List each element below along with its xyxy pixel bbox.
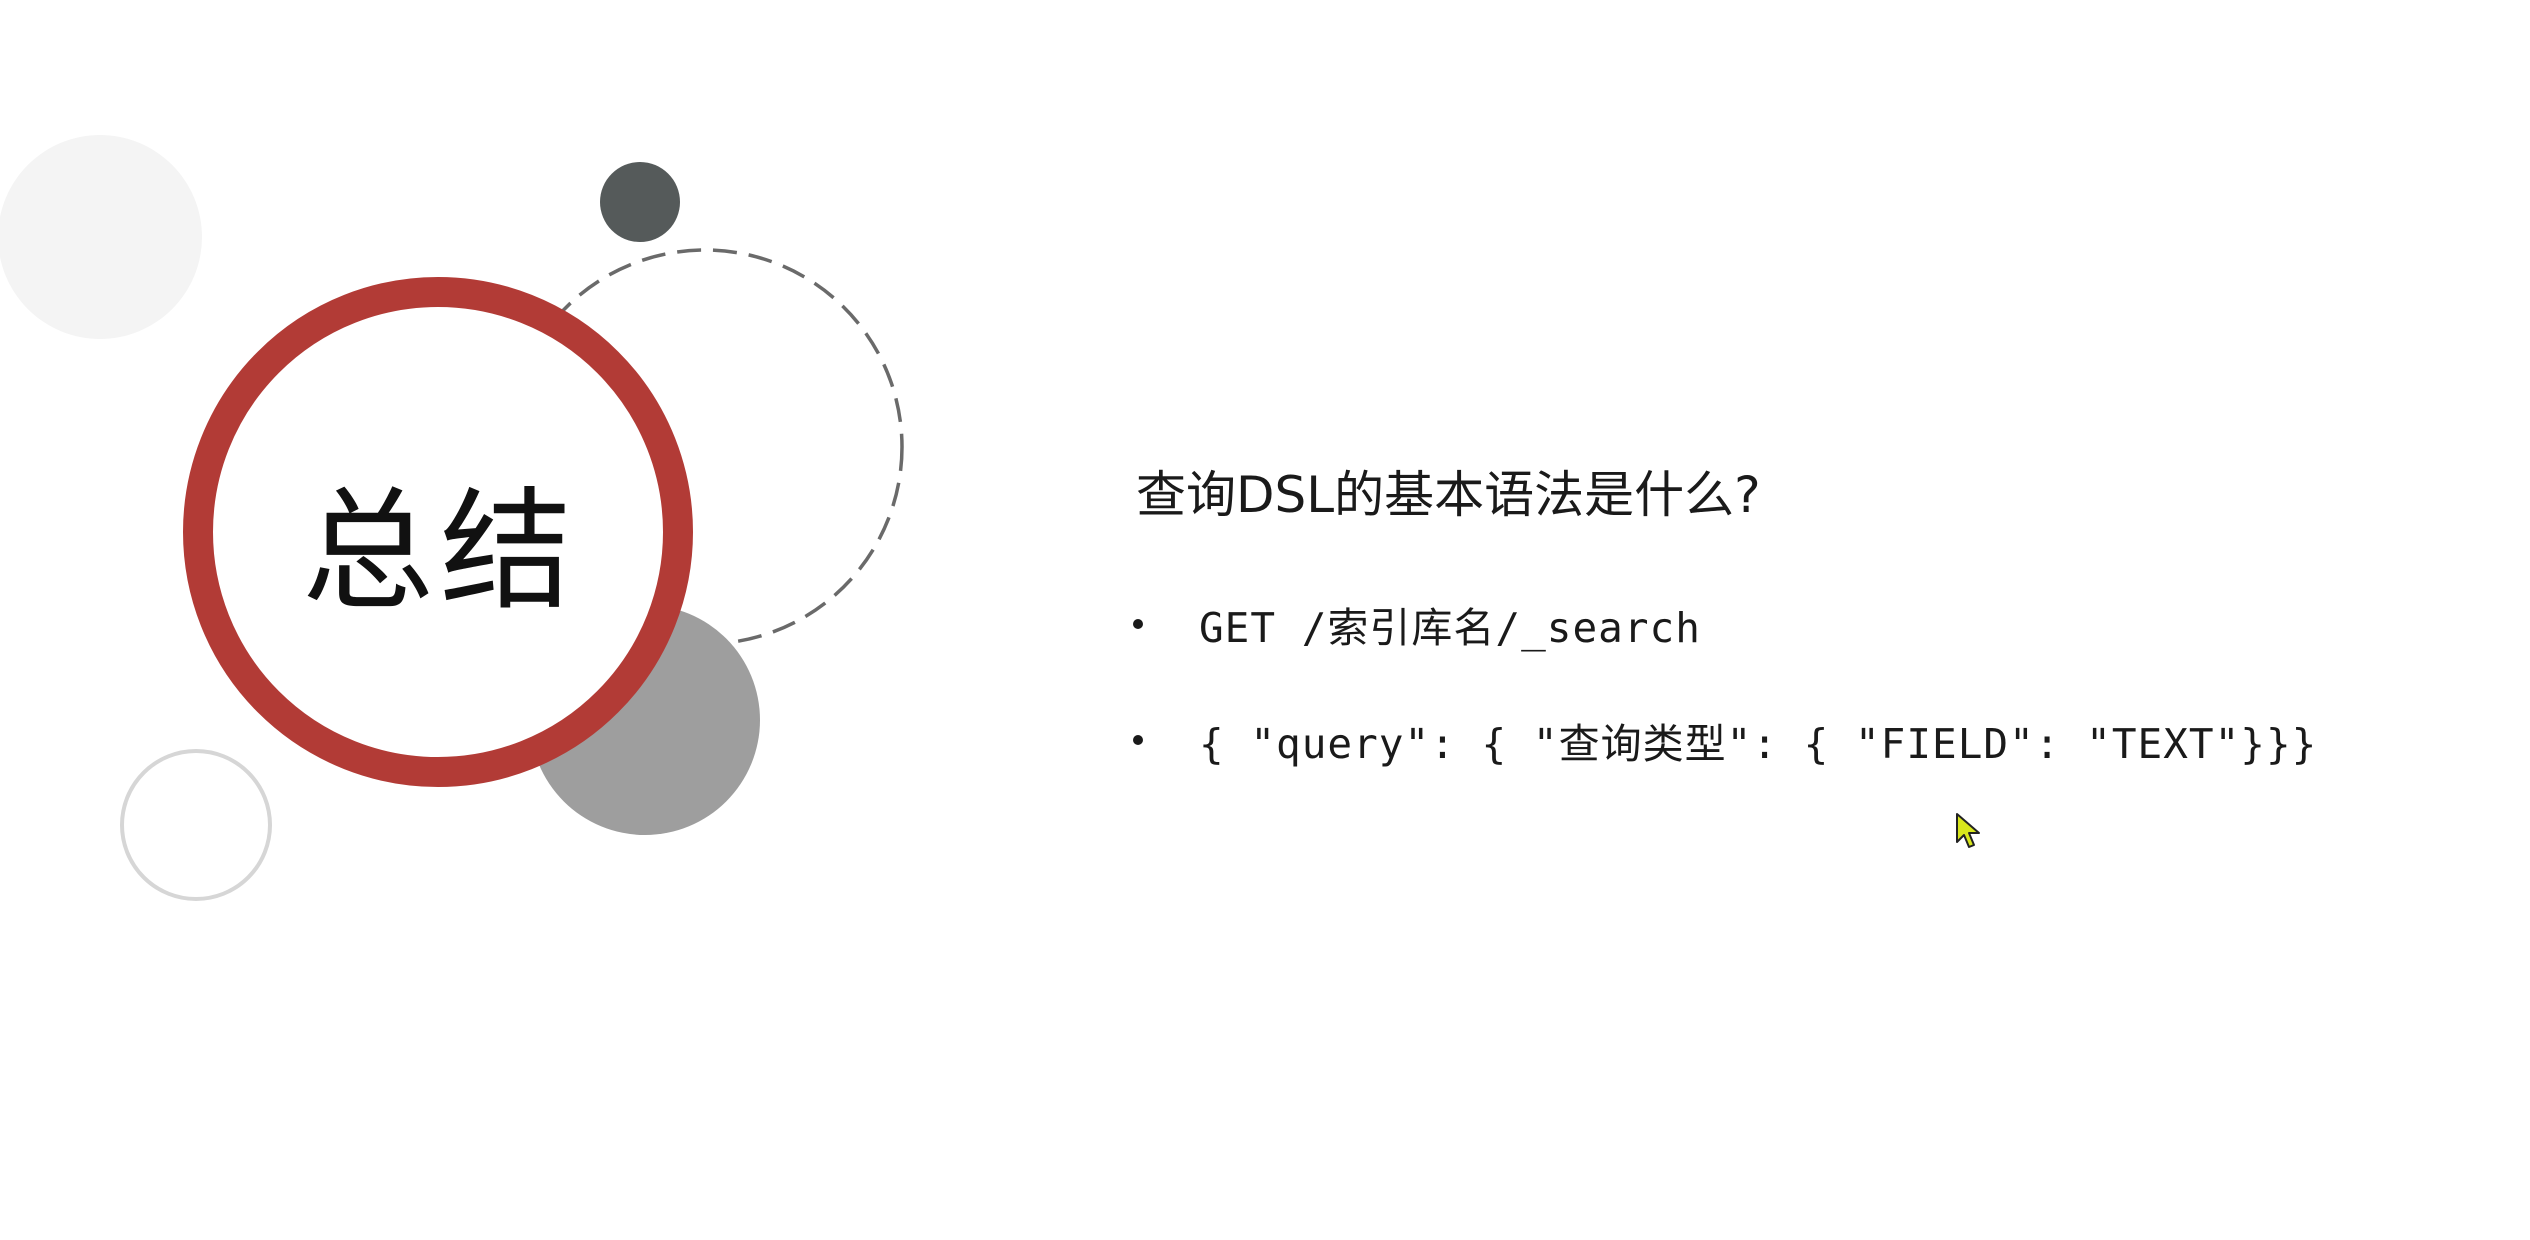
bullet-icon	[1133, 735, 1143, 745]
presentation-slide: 总结 查询DSL的基本语法是什么? GET /索引库名/_search { "q…	[0, 0, 2530, 1240]
bullet-text: GET /索引库名/_search	[1199, 604, 1701, 652]
bullet-icon	[1133, 619, 1143, 629]
bullet-item-query-body: { "query": { "查询类型": { "FIELD": "TEXT"}}…	[1133, 710, 2317, 770]
mouse-pointer-icon	[1956, 813, 1980, 848]
dark-small-circle	[600, 162, 680, 242]
bullet-item-get-request: GET /索引库名/_search	[1133, 594, 1701, 654]
light-gray-circle	[0, 135, 202, 339]
outline-circle	[120, 749, 272, 901]
slide-title: 总结	[302, 474, 578, 629]
bullet-text: { "query": { "查询类型": { "FIELD": "TEXT"}}…	[1199, 720, 2318, 768]
summary-question: 查询DSL的基本语法是什么?	[1136, 466, 1761, 524]
